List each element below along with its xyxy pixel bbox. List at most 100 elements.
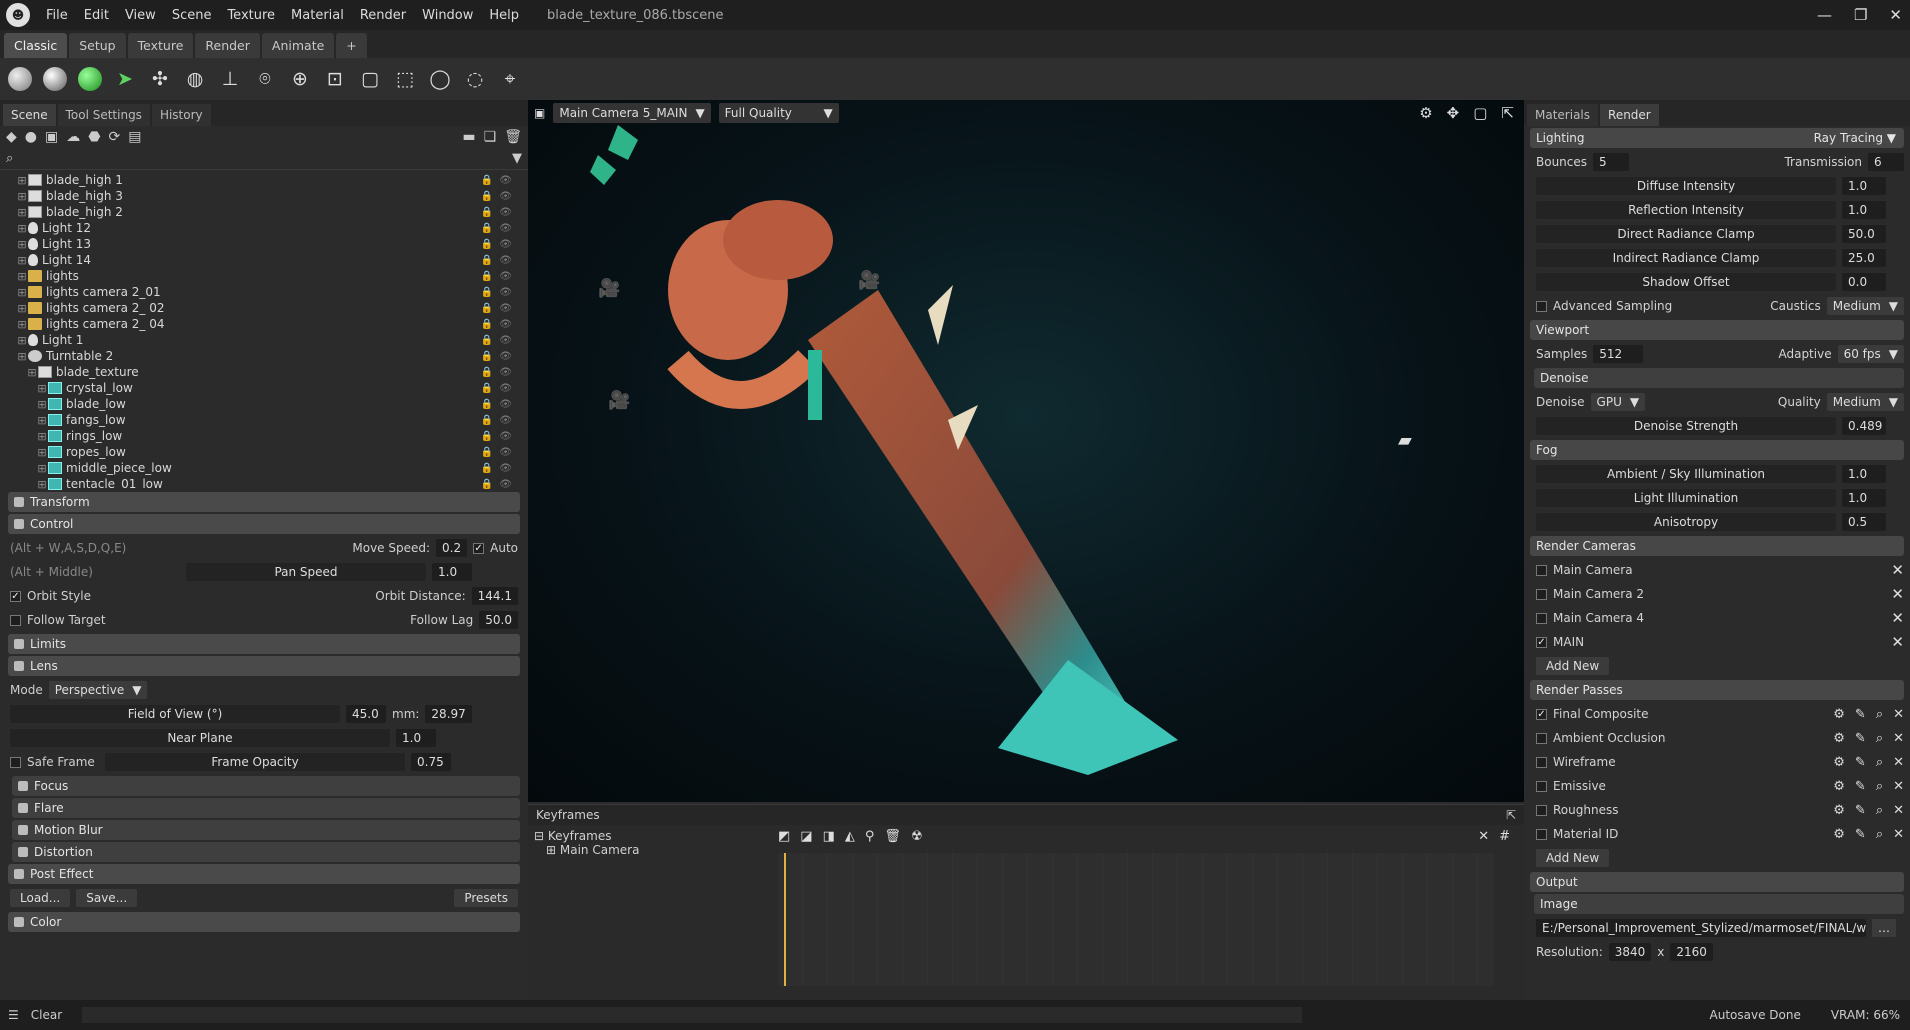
- select-arrow-icon[interactable]: ➤: [111, 65, 139, 93]
- key-step-icon[interactable]: ◭: [845, 829, 855, 849]
- property-value-field[interactable]: 0.5: [1842, 513, 1886, 531]
- lock-visibility-icon[interactable]: 🔒👁: [481, 239, 518, 250]
- load-button[interactable]: Load...: [10, 889, 71, 907]
- section-fog[interactable]: Fog: [1530, 440, 1904, 460]
- tab-render[interactable]: Render: [195, 33, 260, 58]
- lock-visibility-icon[interactable]: 🔒👁: [481, 319, 518, 330]
- section-control[interactable]: Control: [8, 514, 520, 534]
- key-smooth-icon[interactable]: ◨: [823, 829, 835, 849]
- menu-render[interactable]: Render: [352, 8, 414, 23]
- key-trash-icon[interactable]: 🗑: [884, 829, 901, 849]
- section-denoise[interactable]: Denoise: [1534, 368, 1904, 388]
- pass-checkbox[interactable]: [1536, 756, 1547, 768]
- lock-visibility-icon[interactable]: 🔒👁: [481, 431, 518, 442]
- output-path-field[interactable]: E:/Personal_Improvement_Stylized/marmose…: [1536, 919, 1866, 937]
- tab-classic[interactable]: Classic: [4, 33, 68, 58]
- menu-material[interactable]: Material: [283, 8, 352, 23]
- follow-lag-field[interactable]: 50.0: [479, 611, 518, 629]
- camera-list-item[interactable]: Main Camera 2 ✕: [1524, 582, 1910, 606]
- property-slider[interactable]: Reflection Intensity: [1536, 201, 1836, 219]
- add-light-icon[interactable]: ●: [25, 129, 37, 145]
- samples-field[interactable]: 512: [1593, 345, 1644, 363]
- tree-item[interactable]: ⊞ blade_texture 🔒👁: [0, 364, 528, 380]
- tree-item[interactable]: ⊞ Turntable 2 🔒👁: [0, 348, 528, 364]
- lock-visibility-icon[interactable]: 🔒👁: [481, 399, 518, 410]
- transmission-field[interactable]: 6: [1868, 153, 1904, 171]
- expand-icon[interactable]: ⊞: [16, 190, 28, 203]
- expand-icon[interactable]: ⊞: [16, 174, 28, 187]
- poly-select-icon[interactable]: ⌖: [496, 65, 524, 93]
- section-flare[interactable]: Flare: [12, 798, 520, 818]
- move-gizmo-icon[interactable]: ✣: [146, 65, 174, 93]
- search-icon[interactable]: ⌕: [1876, 731, 1883, 746]
- duplicate-icon[interactable]: ❏: [484, 129, 497, 145]
- lock-visibility-icon[interactable]: 🔒👁: [481, 287, 518, 298]
- expand-icon[interactable]: ⊞: [16, 238, 28, 251]
- scale-gizmo-icon[interactable]: ⊥: [216, 65, 244, 93]
- expand-icon[interactable]: ⊞: [36, 414, 48, 427]
- section-limits[interactable]: Limits: [8, 634, 520, 654]
- property-slider[interactable]: Direct Radiance Clamp: [1536, 225, 1836, 243]
- tab-scene[interactable]: Scene: [3, 104, 56, 126]
- minimize-icon[interactable]: —: [1817, 6, 1832, 24]
- popout-icon[interactable]: ⇱: [1506, 808, 1516, 822]
- render-pass-item[interactable]: Ambient Occlusion ⚙ ✎ ⌕ ✕: [1524, 726, 1910, 750]
- lock-visibility-icon[interactable]: 🔒👁: [481, 383, 518, 394]
- browse-button[interactable]: …: [1872, 919, 1896, 937]
- caustics-dropdown[interactable]: Medium ▼: [1826, 297, 1904, 315]
- property-value-field[interactable]: 25.0: [1842, 249, 1886, 267]
- tree-item[interactable]: ⊞ lights camera 2_ 04 🔒👁: [0, 316, 528, 332]
- search-icon[interactable]: ⌕: [1876, 755, 1883, 770]
- section-focus[interactable]: Focus: [12, 776, 520, 796]
- adaptive-dropdown[interactable]: 60 fps ▼: [1837, 345, 1904, 363]
- scene-search[interactable]: ⌕ ▼: [0, 148, 528, 170]
- expand-icon[interactable]: ⊞: [36, 446, 48, 459]
- circle-select-icon[interactable]: ◯: [426, 65, 454, 93]
- key-wrench-icon[interactable]: ⚲: [865, 829, 875, 849]
- expand-icon[interactable]: ⊞: [36, 478, 48, 491]
- keyframes-root[interactable]: ⊟ Keyframes: [534, 829, 774, 843]
- tree-item[interactable]: ⊞ blade_high 3 🔒👁: [0, 188, 528, 204]
- close-icon[interactable]: ✕: [1891, 633, 1904, 651]
- expand-icon[interactable]: ⊞: [36, 462, 48, 475]
- search-icon[interactable]: ⌕: [1876, 827, 1883, 842]
- expand-icon[interactable]: ⊞: [16, 222, 28, 235]
- search-icon[interactable]: ⌕: [1876, 779, 1883, 794]
- pass-checkbox[interactable]: [1536, 828, 1547, 840]
- lock-visibility-icon[interactable]: 🔒👁: [481, 255, 518, 266]
- tree-item[interactable]: ⊞ rings_low 🔒👁: [0, 428, 528, 444]
- lock-visibility-icon[interactable]: 🔒👁: [481, 175, 518, 186]
- expand-icon[interactable]: ⊞: [36, 398, 48, 411]
- expand-icon[interactable]: ⊞: [36, 430, 48, 443]
- add-mesh-icon[interactable]: ◆: [6, 129, 17, 145]
- tree-item[interactable]: ⊞ crystal_low 🔒👁: [0, 380, 528, 396]
- frame-opacity-field[interactable]: 0.75: [411, 753, 451, 771]
- near-plane-field[interactable]: 1.0: [396, 729, 436, 747]
- frame-opacity-slider[interactable]: Frame Opacity: [105, 753, 405, 771]
- property-value-field[interactable]: 1.0: [1842, 465, 1886, 483]
- denoise-strength-slider[interactable]: Denoise Strength: [1536, 417, 1836, 435]
- near-plane-slider[interactable]: Near Plane: [10, 729, 390, 747]
- tree-item[interactable]: ⊞ blade_high 2 🔒👁: [0, 204, 528, 220]
- add-pass-button[interactable]: Add New: [1536, 849, 1610, 867]
- rotate-gizmo-icon[interactable]: ◍: [181, 65, 209, 93]
- close-icon[interactable]: ✕: [1891, 561, 1904, 579]
- lock-visibility-icon[interactable]: 🔒👁: [481, 415, 518, 426]
- property-value-field[interactable]: 50.0: [1842, 225, 1886, 243]
- section-output[interactable]: Output: [1530, 872, 1904, 892]
- search-icon[interactable]: ⌕: [1876, 707, 1883, 722]
- tree-item[interactable]: ⊞ fangs_low 🔒👁: [0, 412, 528, 428]
- safe-frame-checkbox[interactable]: [10, 756, 21, 768]
- gear-icon[interactable]: ⚙: [1833, 731, 1845, 746]
- folder-icon[interactable]: ▬: [462, 129, 475, 145]
- search-icon[interactable]: ⌕: [1876, 803, 1883, 818]
- tree-item[interactable]: ⊞ lights 🔒👁: [0, 268, 528, 284]
- shading-lit-icon[interactable]: [41, 65, 69, 93]
- shading-full-icon[interactable]: [76, 65, 104, 93]
- section-motion-blur[interactable]: Motion Blur: [12, 820, 520, 840]
- maximize-icon[interactable]: ❐: [1854, 6, 1867, 24]
- section-post-effect[interactable]: Post Effect: [8, 864, 520, 884]
- world-icon[interactable]: ⊕: [286, 65, 314, 93]
- pass-checkbox[interactable]: [1536, 804, 1547, 816]
- lock-visibility-icon[interactable]: 🔒👁: [481, 479, 518, 490]
